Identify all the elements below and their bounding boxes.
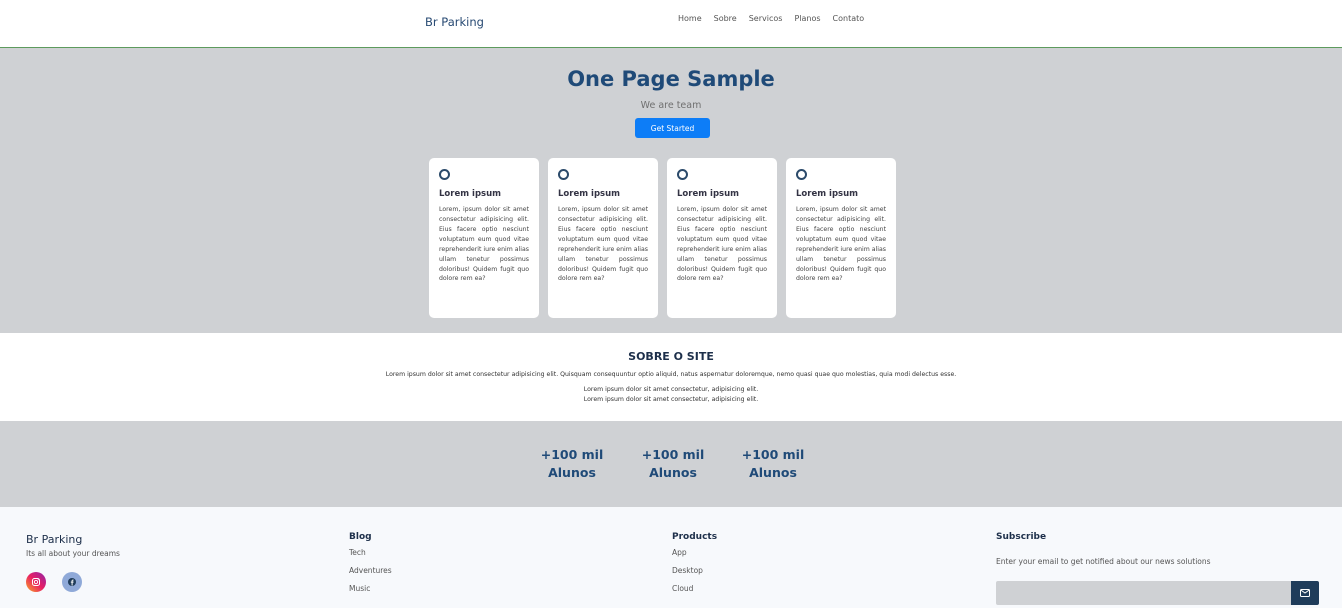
footer-subscribe-column: Subscribe (996, 532, 1046, 548)
hero-section: One Page Sample We are team Get Started … (0, 48, 1342, 333)
stat-item: +100 mil Alunos (532, 446, 612, 482)
feature-card: Lorem ipsum Lorem, ipsum dolor sit amet … (667, 158, 777, 318)
site-footer: Br Parking Its all about your dreams Blo… (0, 507, 1342, 608)
nav-servicos[interactable]: Servicos (749, 14, 783, 23)
main-nav: Home Sobre Servicos Planos Contato (678, 14, 876, 23)
nav-contato[interactable]: Contato (833, 14, 865, 23)
feature-cards: Lorem ipsum Lorem, ipsum dolor sit amet … (429, 158, 896, 318)
card-title: Lorem ipsum (558, 189, 620, 199)
footer-brand: Br Parking (26, 533, 83, 546)
card-text: Lorem, ipsum dolor sit amet consectetur … (439, 206, 529, 283)
feature-card: Lorem ipsum Lorem, ipsum dolor sit amet … (548, 158, 658, 318)
subscribe-text: Enter your email to get notified about o… (996, 557, 1211, 566)
get-started-button[interactable]: Get Started (635, 118, 710, 138)
stat-value: +100 mil (741, 447, 805, 462)
card-title: Lorem ipsum (677, 189, 739, 199)
footer-link-adventures[interactable]: Adventures (349, 566, 392, 584)
stat-label: Alunos (548, 465, 596, 481)
feature-card: Lorem ipsum Lorem, ipsum dolor sit amet … (786, 158, 896, 318)
stat-value: +100 mil (641, 447, 705, 462)
nav-sobre[interactable]: Sobre (714, 14, 737, 23)
stat-item: +100 mil Alunos (733, 446, 813, 482)
footer-link-tech[interactable]: Tech (349, 548, 392, 566)
stat-label: Alunos (749, 465, 797, 481)
footer-tagline: Its all about your dreams (26, 549, 120, 558)
hero-subtitle: We are team (640, 100, 702, 111)
circle-icon (558, 169, 569, 180)
feature-card: Lorem ipsum Lorem, ipsum dolor sit amet … (429, 158, 539, 318)
stat-item: +100 mil Alunos (633, 446, 713, 482)
footer-column-title: Subscribe (996, 532, 1047, 542)
site-header: Br Parking Home Sobre Servicos Planos Co… (0, 0, 1342, 48)
footer-link-music[interactable]: Music (349, 584, 392, 602)
stat-value: +100 mil (540, 447, 604, 462)
circle-icon (796, 169, 807, 180)
footer-blog-column: Blog Tech Adventures Music (349, 532, 392, 602)
card-text: Lorem, ipsum dolor sit amet consectetur … (558, 206, 648, 283)
stats-section: +100 mil Alunos +100 mil Alunos +100 mil… (0, 421, 1342, 507)
nav-home[interactable]: Home (678, 14, 702, 23)
facebook-icon[interactable] (62, 572, 82, 592)
about-paragraph: Lorem ipsum dolor sit amet consectetur, … (583, 396, 759, 403)
footer-column-title: Blog (349, 532, 372, 542)
about-paragraph: Lorem ipsum dolor sit amet consectetur a… (385, 371, 957, 378)
subscribe-email-input[interactable] (996, 581, 1291, 605)
nav-planos[interactable]: Planos (794, 14, 820, 23)
card-title: Lorem ipsum (439, 189, 501, 199)
footer-link-desktop[interactable]: Desktop (672, 566, 717, 584)
stat-label: Alunos (649, 465, 697, 481)
mail-icon (1300, 589, 1310, 597)
footer-products-column: Products App Desktop Cloud (672, 532, 717, 602)
about-title: SOBRE O SITE (628, 350, 714, 363)
about-section: SOBRE O SITE Lorem ipsum dolor sit amet … (0, 333, 1342, 421)
card-text: Lorem, ipsum dolor sit amet consectetur … (677, 206, 767, 283)
brand-logo[interactable]: Br Parking (425, 15, 484, 29)
footer-column-title: Products (672, 532, 718, 542)
card-title: Lorem ipsum (796, 189, 858, 199)
instagram-icon[interactable] (26, 572, 46, 592)
footer-link-cloud[interactable]: Cloud (672, 584, 717, 602)
footer-link-app[interactable]: App (672, 548, 717, 566)
hero-title: One Page Sample (567, 67, 775, 91)
circle-icon (677, 169, 688, 180)
card-text: Lorem, ipsum dolor sit amet consectetur … (796, 206, 886, 283)
subscribe-button[interactable] (1291, 581, 1319, 605)
about-paragraph: Lorem ipsum dolor sit amet consectetur, … (583, 386, 759, 393)
circle-icon (439, 169, 450, 180)
